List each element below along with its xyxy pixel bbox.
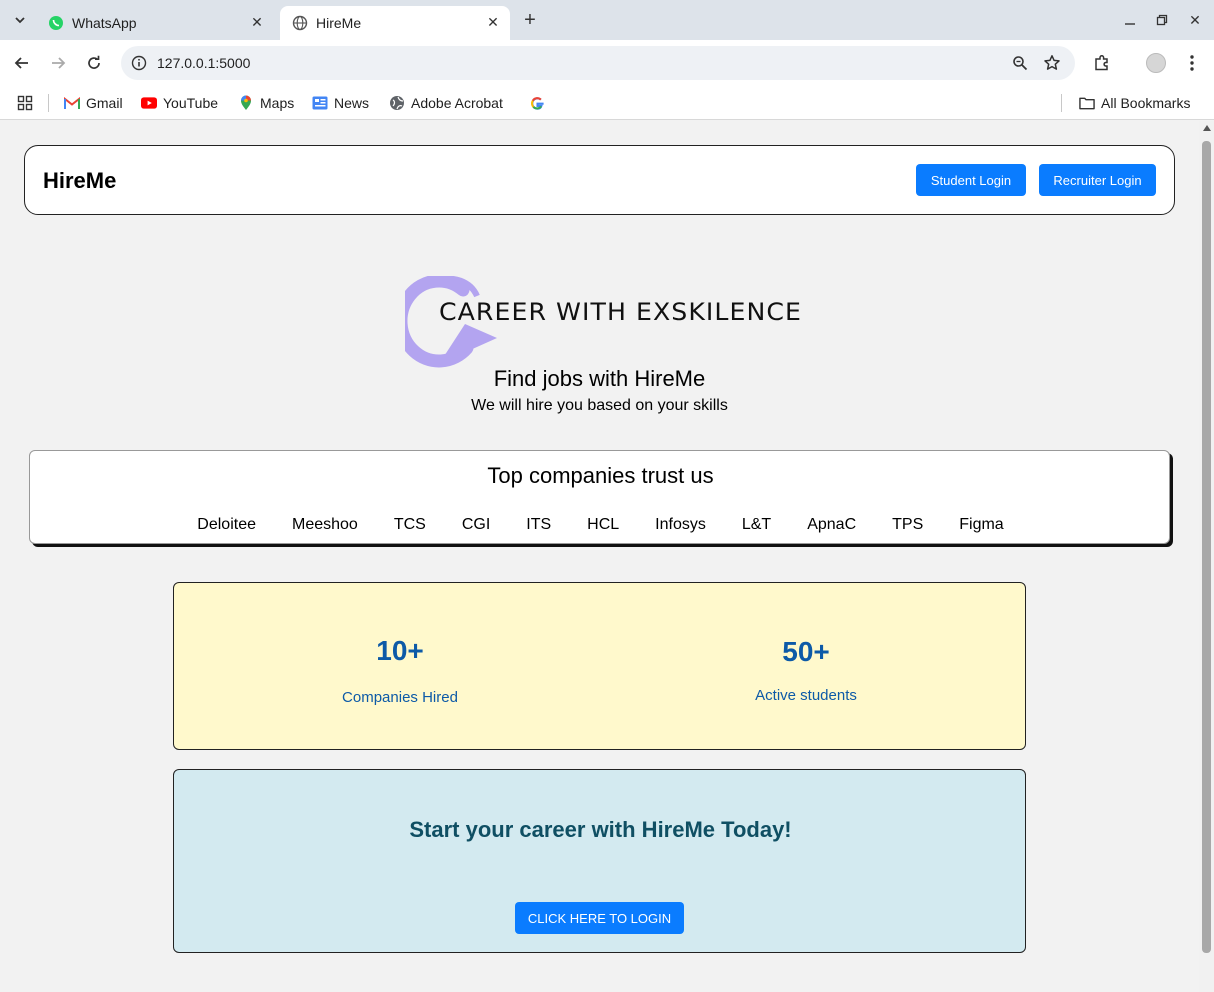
- star-icon[interactable]: [1042, 53, 1062, 73]
- avatar-icon: [1146, 53, 1166, 73]
- tab-title: WhatsApp: [72, 15, 137, 31]
- menu-dots-icon[interactable]: [1180, 51, 1204, 75]
- globe-icon: [292, 15, 308, 31]
- bookmark-label: Gmail: [86, 95, 123, 111]
- back-icon[interactable]: [10, 51, 34, 75]
- stat-label: Companies Hired: [342, 689, 458, 706]
- apps-grid-icon[interactable]: [17, 92, 33, 114]
- company-list: Deloitee Meeshoo TCS CGI ITS HCL Infosys…: [30, 516, 1171, 534]
- tab-title: HireMe: [316, 15, 362, 31]
- bookmark-label: YouTube: [163, 95, 219, 111]
- reload-icon[interactable]: [82, 51, 106, 75]
- stat-students: 50+ Active students: [706, 636, 906, 704]
- maps-icon: [238, 95, 254, 111]
- login-cta-button[interactable]: CLICK HERE TO LOGIN: [515, 902, 684, 934]
- close-tab-icon[interactable]: ✕: [248, 13, 266, 31]
- close-tab-icon[interactable]: ✕: [484, 13, 502, 31]
- url-text: 127.0.0.1:5000: [157, 55, 251, 71]
- company-name: ITS: [526, 516, 552, 533]
- close-window-icon[interactable]: ✕: [1185, 10, 1205, 30]
- extensions-icon[interactable]: [1090, 51, 1114, 75]
- logo-text: CAREER WITH EXSKILENCE: [439, 298, 802, 326]
- stats-card: 10+ Companies Hired 50+ Active students: [173, 582, 1026, 750]
- bookmarks-divider: [48, 94, 49, 112]
- forward-icon[interactable]: [46, 51, 70, 75]
- bookmark-adobe-acrobat[interactable]: Adobe Acrobat: [389, 92, 503, 114]
- stat-companies: 10+ Companies Hired: [300, 635, 500, 706]
- hero-title: Find jobs with HireMe: [493, 366, 706, 391]
- profile-avatar[interactable]: [1144, 51, 1168, 75]
- all-bookmarks-button[interactable]: All Bookmarks: [1079, 92, 1190, 114]
- bookmarks-bar: Gmail YouTube Maps News Adobe Acrobat Al…: [0, 86, 1214, 120]
- company-name: Deloitee: [197, 516, 256, 533]
- company-name: Infosys: [655, 516, 706, 533]
- gmail-icon: [64, 95, 80, 111]
- company-name: ApnaC: [807, 516, 857, 533]
- restore-icon[interactable]: [1152, 10, 1172, 30]
- site-info-icon[interactable]: [129, 53, 149, 73]
- zoom-icon[interactable]: [1010, 53, 1030, 73]
- company-name: Meeshoo: [291, 516, 358, 533]
- tab-whatsapp[interactable]: WhatsApp ✕: [36, 6, 274, 40]
- recruiter-login-button[interactable]: Recruiter Login: [1039, 164, 1156, 196]
- tab-strip: WhatsApp ✕ HireMe ✕ + ✕: [0, 0, 1214, 40]
- companies-title: Top companies trust us: [487, 463, 714, 488]
- bookmark-news[interactable]: News: [312, 92, 369, 114]
- hero-subtitle: We will hire you based on your skills: [471, 397, 728, 414]
- stat-value: 10+: [376, 635, 424, 666]
- tab-search-button[interactable]: [8, 8, 32, 32]
- chevron-down-icon: [15, 17, 25, 24]
- bookmark-youtube[interactable]: YouTube: [141, 92, 218, 114]
- company-name: Figma: [959, 516, 1004, 533]
- new-tab-button[interactable]: +: [519, 9, 541, 31]
- bookmarks-divider: [1061, 94, 1062, 112]
- whatsapp-icon: [48, 15, 64, 31]
- bookmark-label: Adobe Acrobat: [411, 95, 503, 111]
- page-scrollbar[interactable]: [1199, 121, 1214, 992]
- globe-icon: [389, 95, 405, 111]
- cta-card: Start your career with HireMe Today! CLI…: [173, 769, 1026, 953]
- youtube-icon: [141, 95, 157, 111]
- companies-card: Top companies trust us Deloitee Meeshoo …: [29, 450, 1170, 544]
- bookmark-gmail[interactable]: Gmail: [64, 92, 123, 114]
- scrollbar-thumb[interactable]: [1202, 141, 1211, 953]
- address-bar[interactable]: 127.0.0.1:5000: [121, 46, 1075, 80]
- student-login-button[interactable]: Student Login: [916, 164, 1026, 196]
- brand-logo[interactable]: HireMe: [43, 168, 116, 194]
- company-name: L&T: [741, 516, 772, 533]
- company-name: TPS: [892, 516, 924, 533]
- cta-title: Start your career with HireMe Today!: [409, 817, 792, 842]
- bookmark-label: News: [334, 95, 370, 111]
- site-navbar: HireMe Student Login Recruiter Login: [24, 145, 1175, 215]
- company-name: CGI: [461, 516, 491, 533]
- company-name: TCS: [393, 516, 426, 533]
- company-name: HCL: [587, 516, 620, 533]
- news-icon: [312, 95, 328, 111]
- all-bookmarks-label: All Bookmarks: [1101, 95, 1191, 111]
- bookmark-google[interactable]: [529, 92, 551, 114]
- bookmark-label: Maps: [260, 95, 295, 111]
- bookmark-maps[interactable]: Maps: [238, 92, 294, 114]
- page-viewport: HireMe Student Login Recruiter Login CAR…: [0, 121, 1214, 992]
- scroll-up-arrow-icon[interactable]: [1203, 125, 1211, 131]
- minimize-icon[interactable]: [1120, 10, 1140, 30]
- stat-value: 50+: [782, 636, 830, 667]
- browser-toolbar: 127.0.0.1:5000: [0, 40, 1214, 86]
- google-icon: [529, 95, 545, 111]
- hero-logo: CAREER WITH EXSKILENCE: [405, 276, 817, 368]
- tab-hireme[interactable]: HireMe ✕: [280, 6, 510, 40]
- stat-label: Active students: [755, 687, 857, 704]
- folder-icon: [1079, 95, 1095, 111]
